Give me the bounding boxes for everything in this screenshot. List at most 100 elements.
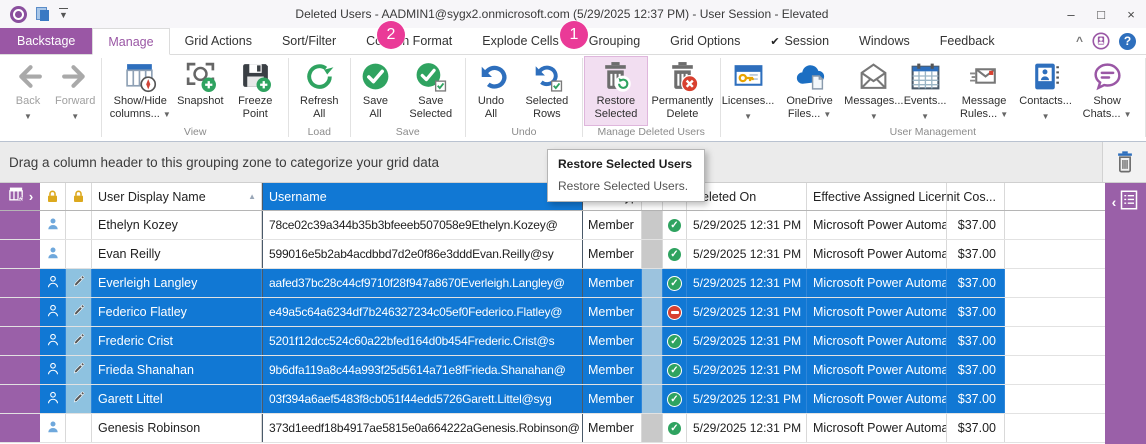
ribbon-group-label: Load xyxy=(291,125,348,141)
ribbon-group-label: Undo xyxy=(468,125,580,141)
cell-username: 03f394a6aef5483f8cb051f44edd5726Garett.L… xyxy=(262,385,583,413)
table-row[interactable]: Everleigh Langleyaafed37bc28c44cf9710f28… xyxy=(0,269,1146,298)
cell-username-text: 9b6dfa119a8c44a993f25d5614a71e8fFrieda.S… xyxy=(269,363,566,377)
ribbon-button-show-chats[interactable]: Show Chats... ▼ xyxy=(1071,57,1143,125)
cell-user-type: Member xyxy=(583,211,642,239)
cell-license-text: Microsoft Power Automat xyxy=(813,276,947,290)
table-row[interactable]: Frieda Shanahan9b6dfa119a8c44a993f25d561… xyxy=(0,356,1146,385)
contacts-icon xyxy=(1029,60,1062,93)
person-icon xyxy=(45,332,61,351)
edit-cell xyxy=(66,240,92,268)
table-row[interactable]: Genesis Robinson373d1eedf18b4917ae5815e0… xyxy=(0,414,1146,443)
ribbon-button-forward[interactable]: Forward▼ xyxy=(51,57,99,125)
right-side-panel[interactable]: ‹ xyxy=(1105,183,1146,444)
tab-backstage[interactable]: Backstage xyxy=(0,28,92,54)
tab-feedback[interactable]: Feedback xyxy=(925,28,1010,54)
table-row[interactable]: Ethelyn Kozey78ce02c39a344b35b3bfeeeb507… xyxy=(0,211,1146,240)
tab-grid-actions[interactable]: Grid Actions xyxy=(170,28,267,54)
account-icon[interactable] xyxy=(1092,32,1110,50)
ribbon-button-contacts[interactable]: Contacts...▼ xyxy=(1020,57,1071,125)
ribbon-group-view: Show/Hide columns... ▼SnapshotFreeze Poi… xyxy=(102,55,288,141)
row-indicator-cell xyxy=(0,356,40,384)
panel-list-icon[interactable] xyxy=(1119,189,1139,216)
column-header-deleted-on[interactable]: Deleted On xyxy=(687,183,807,210)
person-icon xyxy=(45,274,61,293)
ribbon-button-snapshot[interactable]: Snapshot xyxy=(176,57,224,125)
table-row[interactable]: Frederic Crist5201f12dcc524c60a22bfed164… xyxy=(0,327,1146,356)
cell-deleted-on: 5/29/2025 12:31 PM xyxy=(687,211,807,239)
qat-customize-caret-icon[interactable]: ▼ xyxy=(59,8,68,20)
cell-display-name: Evan Reilly xyxy=(92,240,262,268)
tab-session[interactable]: ✔Session xyxy=(755,28,844,54)
cell-username: e49a5c64a6234df7b246327234c05ef0Federico… xyxy=(262,298,583,326)
ribbon-button-events[interactable]: Events...▼ xyxy=(902,57,948,125)
help-icon[interactable]: ? xyxy=(1119,33,1136,50)
close-button[interactable]: × xyxy=(1116,1,1146,27)
dropdown-caret-row: ▼ xyxy=(921,110,929,123)
label-text: Licenses... xyxy=(722,95,775,107)
cell-unit-cost: $37.00 xyxy=(947,356,1005,384)
ribbon-button-licenses[interactable]: Licenses...▼ xyxy=(723,57,774,125)
ribbon-button-label: Freeze Point xyxy=(228,95,282,121)
label-text: Save Selected xyxy=(409,95,452,120)
column-header-unit-cost[interactable]: Unit Cos... xyxy=(947,183,1005,210)
ribbon-button-selected-rows[interactable]: Selected Rows xyxy=(514,57,580,125)
ribbon-button-refresh-all[interactable]: Refresh All xyxy=(291,57,348,125)
ribbon-button-label: Selected Rows xyxy=(518,95,576,121)
collapse-ribbon-icon[interactable]: ^ xyxy=(1076,34,1083,48)
edit-cell[interactable] xyxy=(66,385,92,413)
edit-cell[interactable] xyxy=(66,327,92,355)
trash-icon xyxy=(1114,150,1136,174)
edit-cell[interactable] xyxy=(66,356,92,384)
window-title: Deleted Users - AADMIN1@sygx2.onmicrosof… xyxy=(68,7,1056,21)
cell-license-text: Microsoft Power Automat xyxy=(813,305,947,319)
save-selected-icon xyxy=(414,60,447,93)
licenses-icon xyxy=(732,60,765,93)
column-header-license[interactable]: Effective Assigned Licen... xyxy=(807,183,947,210)
ribbon-button-back[interactable]: Back▼ xyxy=(5,57,51,125)
ribbon-button-save-selected[interactable]: Save Selected xyxy=(398,57,463,125)
maximize-button[interactable]: □ xyxy=(1086,1,1116,27)
label-text: Save All xyxy=(363,95,388,120)
ribbon-button-save-all[interactable]: Save All xyxy=(352,57,398,125)
tab-manage[interactable]: Manage xyxy=(92,28,169,55)
column-header-user-display-name[interactable]: User Display Name▲ xyxy=(92,183,262,210)
minimize-button[interactable]: – xyxy=(1056,1,1086,27)
tab-sort-filter[interactable]: Sort/Filter xyxy=(267,28,351,54)
cell-unit-cost-text: $37.00 xyxy=(958,334,996,348)
tab-grid-options[interactable]: Grid Options xyxy=(655,28,755,54)
ribbon-button-restore-selected[interactable]: Restore Selected xyxy=(585,57,648,125)
ribbon-button-permanently-delete[interactable]: Permanently Delete xyxy=(647,57,717,125)
tab-explode-cells[interactable]: Explode Cells xyxy=(467,28,573,54)
cell-display-name-text: Federico Flatley xyxy=(98,305,187,319)
ribbon-button-show-hide-columns[interactable]: Show/Hide columns... ▼ xyxy=(104,57,176,125)
ribbon-button-freeze-point[interactable]: Freeze Point xyxy=(224,57,286,125)
ribbon-button-onedrive-files[interactable]: OneDrive Files... ▼ xyxy=(774,57,846,125)
table-row[interactable]: Garett Littel03f394a6aef5483f8cb051f44ed… xyxy=(0,385,1146,414)
ribbon-button-undo-all[interactable]: Undo All xyxy=(468,57,514,125)
tab-column-format[interactable]: Column Format xyxy=(351,28,467,54)
grid-corner-cell[interactable]: › xyxy=(0,183,40,210)
edit-cell[interactable] xyxy=(66,298,92,326)
person-icon xyxy=(45,390,61,409)
app-logo-icon[interactable] xyxy=(10,6,27,23)
grouping-trash-button[interactable] xyxy=(1103,142,1146,182)
dropdown-caret-icon: ▼ xyxy=(163,110,171,119)
cell-user-type: Member xyxy=(583,385,642,413)
lock-column-header-2[interactable] xyxy=(66,183,92,210)
cell-license-text: Microsoft Power Automat xyxy=(813,247,947,261)
cell-s1 xyxy=(642,327,663,355)
table-row[interactable]: Evan Reilly599016e5b2ab4acdbbd7d2e0f86e3… xyxy=(0,240,1146,269)
edit-cell[interactable] xyxy=(66,269,92,297)
cell-s1 xyxy=(642,211,663,239)
ribbon-button-message-rules[interactable]: Message Rules... ▼ xyxy=(948,57,1020,125)
panel-expand-chevron-icon[interactable]: ‹ xyxy=(1112,194,1117,210)
table-row[interactable]: Federico Flatley e49a5c64a6234df7b2463272… xyxy=(0,298,1146,327)
copy-window-icon[interactable] xyxy=(36,7,50,22)
ribbon-button-label: Show Chats... ▼ xyxy=(1075,95,1139,121)
cell-unit-cost-text: $37.00 xyxy=(958,247,996,261)
column-header-username[interactable]: Username xyxy=(262,183,583,210)
tab-windows[interactable]: Windows xyxy=(844,28,925,54)
lock-column-header-1[interactable] xyxy=(40,183,66,210)
ribbon-button-messages[interactable]: Messages...▼ xyxy=(846,57,903,125)
